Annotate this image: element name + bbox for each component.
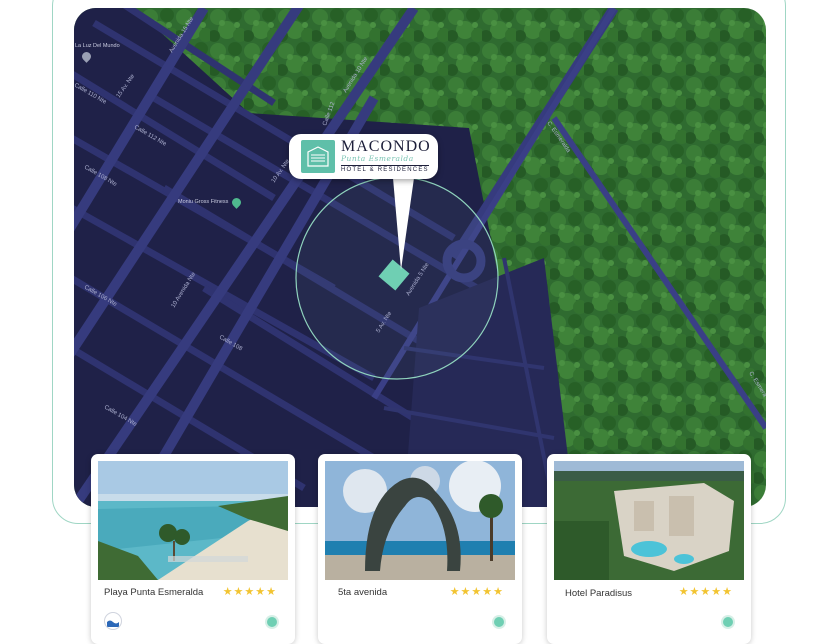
rating-stars: ★★★★★: [222, 586, 277, 598]
place-name: Playa Punta Esmeralda: [104, 587, 204, 598]
avenue-photo: [325, 461, 515, 580]
map-canvas: Avenida 15 Nte Avenida 10 Nte Calle 112 …: [74, 8, 766, 507]
hotel-building-icon: [301, 140, 335, 173]
hotel-photo: [554, 461, 744, 580]
place-card-avenue[interactable]: 5ta avenida ★★★★★: [318, 454, 522, 644]
rating-stars: ★★★★★: [678, 586, 733, 598]
map-view[interactable]: Avenida 15 Nte Avenida 10 Nte Calle 112 …: [74, 8, 766, 507]
status-dot: [267, 617, 277, 627]
rating-stars: ★★★★★: [449, 586, 504, 598]
place-card-hotel[interactable]: Hotel Paradisus ★★★★★: [547, 454, 751, 644]
poi-label: La Luz Del Mundo: [75, 43, 120, 49]
status-dot: [494, 617, 504, 627]
beach-photo: [98, 461, 288, 580]
place-name: Hotel Paradisus: [565, 588, 633, 599]
wave-icon: [104, 612, 122, 630]
place-name: 5ta avenida: [338, 587, 388, 598]
poi-label: Moniu Gross Fitness: [178, 199, 229, 205]
hotel-callout[interactable]: MACONDO Punta Esmeralda HOTEL & RESIDENC…: [289, 134, 438, 179]
place-card-beach[interactable]: Playa Punta Esmeralda ★★★★★: [91, 454, 295, 644]
status-dot: [723, 617, 733, 627]
hotel-logo-script: Punta Esmeralda: [341, 154, 414, 163]
hotel-logo-subtitle: HOTEL & RESIDENCES: [341, 165, 429, 173]
